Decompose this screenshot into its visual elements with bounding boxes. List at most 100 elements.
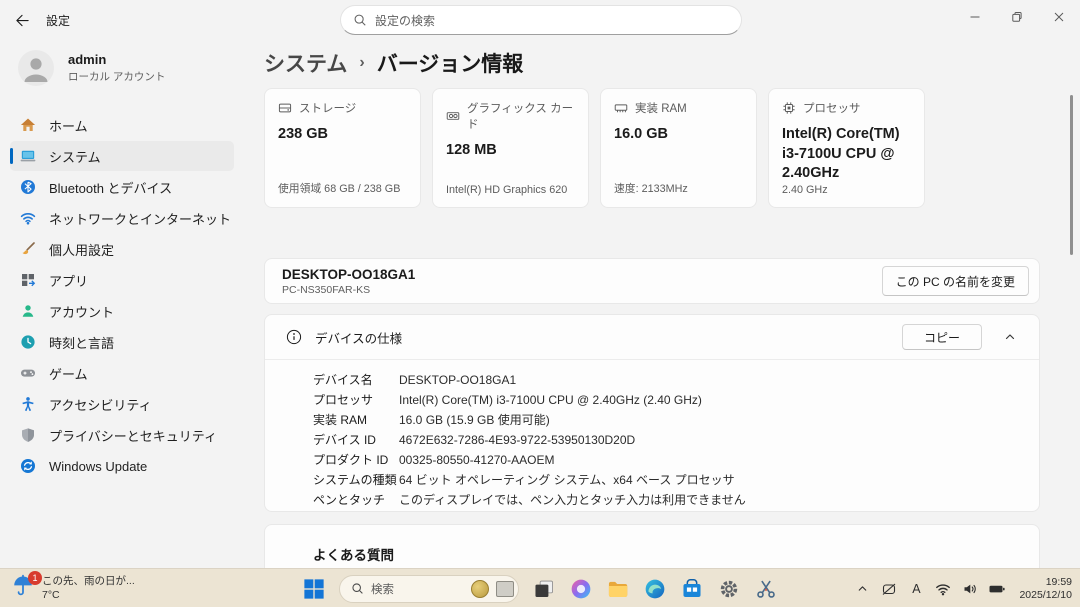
sidebar-item-home[interactable]: ホーム xyxy=(10,110,234,140)
rename-pc-button[interactable]: この PC の名前を変更 xyxy=(882,266,1029,296)
avatar xyxy=(18,50,54,86)
minimize-icon xyxy=(969,11,981,23)
card-value: 16.0 GB xyxy=(614,125,743,145)
sidebar-item-label: プライバシーとセキュリティ xyxy=(49,426,217,445)
ime-mode[interactable]: A xyxy=(907,580,925,598)
back-button[interactable] xyxy=(6,6,38,34)
copy-button[interactable]: コピー xyxy=(902,324,982,350)
settings-icon xyxy=(718,578,740,600)
breadcrumb-parent[interactable]: システム xyxy=(264,48,347,78)
snipping-tool-button[interactable] xyxy=(754,577,778,601)
search-icon xyxy=(351,582,364,595)
sidebar-item-privacy-security[interactable]: プライバシーとセキュリティ xyxy=(10,420,234,450)
spec-row: プロセッサIntel(R) Core(TM) i3-7100U CPU @ 2.… xyxy=(313,390,1039,410)
touchpad-icon[interactable] xyxy=(880,580,898,598)
card-detail: Intel(R) HD Graphics 620 xyxy=(446,184,575,196)
breadcrumb: システム › バージョン情報 xyxy=(264,48,523,78)
weather-headline: この先、雨の日が... xyxy=(42,573,135,588)
card-label: グラフィックス カード xyxy=(467,100,575,132)
sidebar-item-time-language[interactable]: 時刻と言語 xyxy=(10,327,234,357)
user-name: admin xyxy=(68,52,165,67)
settings-button[interactable] xyxy=(717,577,741,601)
sidebar-item-bluetooth-devices[interactable]: Bluetooth とデバイス xyxy=(10,172,234,202)
settings-search-input[interactable]: 設定の検索 xyxy=(340,5,742,35)
sidebar-item-label: ゲーム xyxy=(49,364,88,383)
windows-update-icon xyxy=(20,458,36,474)
card-label: プロセッサ xyxy=(803,100,861,116)
restore-button[interactable] xyxy=(996,0,1038,34)
taskbar-search-box[interactable]: 検索 xyxy=(339,575,519,603)
settings-search-placeholder: 設定の検索 xyxy=(375,12,435,29)
copilot-icon xyxy=(570,578,592,600)
user-account-type: ローカル アカウント xyxy=(68,69,165,84)
spec-row: システムの種類64 ビット オペレーティング システム、x64 ベース プロセッ… xyxy=(313,470,1039,490)
taskbar-search-label: 検索 xyxy=(371,581,464,597)
spec-row: デバイス ID4672E632-7286-4E93-9722-53950130D… xyxy=(313,430,1039,450)
device-spec-header[interactable]: デバイスの仕様 コピー xyxy=(265,315,1039,359)
apps-icon xyxy=(20,272,36,288)
back-arrow-icon xyxy=(15,13,30,28)
sidebar-item-gaming[interactable]: ゲーム xyxy=(10,358,234,388)
search-icon xyxy=(353,13,367,27)
user-account-block[interactable]: admin ローカル アカウント xyxy=(0,40,248,96)
edge-button[interactable] xyxy=(643,577,667,601)
sidebar-item-network-internet[interactable]: ネットワークとインターネット xyxy=(10,203,234,233)
sidebar-item-label: Windows Update xyxy=(49,459,147,474)
sidebar-item-personalization[interactable]: 個人用設定 xyxy=(10,234,234,264)
hidden-icons-chevron[interactable] xyxy=(853,580,871,598)
notification-badge: 1 xyxy=(28,571,42,585)
card-detail: 2.40 GHz xyxy=(782,184,911,196)
battery-icon[interactable] xyxy=(988,580,1006,598)
spec-value: 16.0 GB (15.9 GB 使用可能) xyxy=(399,410,550,430)
clock-date: 2025/12/10 xyxy=(1019,589,1072,602)
sidebar-item-label: ネットワークとインターネット xyxy=(49,209,231,228)
summary-cards-row: ストレージ238 GB使用領域 68 GB / 238 GBグラフィックス カー… xyxy=(264,88,925,208)
windows-start-icon xyxy=(303,578,325,600)
start-button[interactable] xyxy=(302,577,326,601)
spec-value: Intel(R) Core(TM) i3-7100U CPU @ 2.40GHz… xyxy=(399,390,702,410)
chevron-up-icon xyxy=(1004,331,1016,343)
privacy-icon xyxy=(20,427,36,443)
task-view-button[interactable] xyxy=(532,577,556,601)
sidebar-item-label: 時刻と言語 xyxy=(49,333,114,352)
system-icon xyxy=(20,148,36,164)
faq-title: よくある質問 xyxy=(313,544,394,564)
sidebar-item-label: アカウント xyxy=(49,302,114,321)
taskbar-clock[interactable]: 19:59 2025/12/10 xyxy=(1015,576,1076,602)
bluetooth-icon xyxy=(20,179,36,195)
device-model: PC-NS350FAR-KS xyxy=(282,284,415,296)
sidebar-item-system[interactable]: システム xyxy=(10,141,234,171)
device-spec-panel: デバイスの仕様 コピー デバイス名DESKTOP-OO18GA1プロセッサInt… xyxy=(264,314,1040,512)
spec-row: ペンとタッチこのディスプレイでは、ペン入力とタッチ入力は利用できません xyxy=(313,490,1039,510)
weather-widget[interactable]: 1 この先、雨の日が... 7°C xyxy=(6,571,141,603)
faq-panel[interactable]: よくある質問 xyxy=(264,524,1040,568)
rewards-coin-icon xyxy=(471,580,489,598)
file-explorer-button[interactable] xyxy=(606,577,630,601)
scrollbar[interactable] xyxy=(1070,95,1073,255)
spec-row: デバイス名DESKTOP-OO18GA1 xyxy=(313,370,1039,390)
card-detail: 速度: 2133MHz xyxy=(614,180,743,196)
spec-label: デバイス ID xyxy=(313,430,399,450)
restore-icon xyxy=(1011,11,1023,23)
sidebar-item-windows-update[interactable]: Windows Update xyxy=(10,451,234,481)
copilot-button[interactable] xyxy=(569,577,593,601)
close-button[interactable] xyxy=(1038,0,1080,34)
spec-value: このディスプレイでは、ペン入力とタッチ入力は利用できません xyxy=(399,490,746,510)
edge-icon xyxy=(644,578,666,600)
store-button[interactable] xyxy=(680,577,704,601)
taskbar: 1 この先、雨の日が... 7°C 検索 A 19:59 2025/12/10 xyxy=(0,568,1080,607)
volume-icon[interactable] xyxy=(961,580,979,598)
sidebar-item-apps[interactable]: アプリ xyxy=(10,265,234,295)
device-name-panel: DESKTOP-OO18GA1 PC-NS350FAR-KS この PC の名前… xyxy=(264,258,1040,304)
gpu-icon xyxy=(446,109,460,123)
sidebar-item-label: Bluetooth とデバイス xyxy=(49,178,172,197)
collapse-expander-button[interactable] xyxy=(995,324,1025,350)
minimize-button[interactable] xyxy=(954,0,996,34)
sidebar-item-label: アプリ xyxy=(49,271,88,290)
sidebar-item-accessibility[interactable]: アクセシビリティ xyxy=(10,389,234,419)
wifi-icon[interactable] xyxy=(934,580,952,598)
search-highlight-icon xyxy=(496,581,514,597)
sidebar-item-accounts[interactable]: アカウント xyxy=(10,296,234,326)
spec-row: 実装 RAM16.0 GB (15.9 GB 使用可能) xyxy=(313,410,1039,430)
ram-icon xyxy=(614,101,628,115)
